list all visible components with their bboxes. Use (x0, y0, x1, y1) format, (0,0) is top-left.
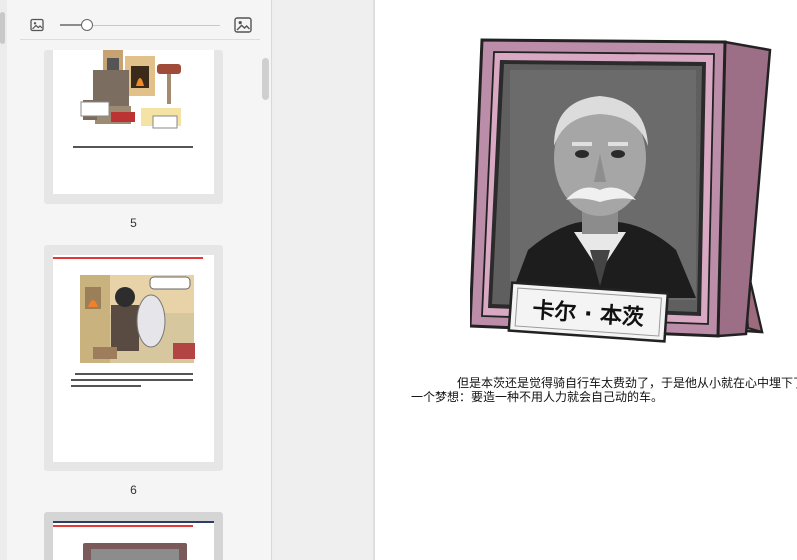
thumbnail-text-line (75, 373, 193, 375)
page-thumbnail-5[interactable] (44, 50, 223, 204)
paragraph-line-1: 但是本茨还是觉得骑自行车太费劲了，于是他从小就在心中埋下了 (457, 376, 797, 390)
page-number-6: 6 (130, 483, 137, 497)
sidebar-scrollbar[interactable] (262, 58, 269, 100)
page-thumbnail-6[interactable] (44, 245, 223, 471)
thumbnail-toolbar (20, 10, 260, 40)
thumbnail-text-line (71, 385, 141, 387)
image-small-icon[interactable] (30, 18, 44, 32)
thumbnail-illustration (80, 275, 195, 363)
image-large-icon[interactable] (234, 16, 252, 34)
document-page: 卡尔 · 本茨 但是本茨还是觉得骑自行车太费劲了，于是他从小就在心中埋下了 一个… (375, 0, 797, 560)
thumbnail-red-heading (53, 257, 203, 259)
thumbnail-page (53, 255, 214, 462)
thumbnail-page (53, 521, 214, 560)
pdf-reader-window: 5 6 卡尔 · 本茨 但是本茨还是觉得骑自行车太费劲了，于是他从小就在心中埋下… (0, 0, 797, 560)
page-thumbnail-7[interactable] (44, 512, 223, 560)
thumbnail-illustration (73, 50, 193, 148)
story-paragraph: 但是本茨还是觉得骑自行车太费劲了，于是他从小就在心中埋下了 一个梦想：要造一种不… (411, 376, 797, 404)
thumbnail-sidebar: 5 6 (0, 0, 272, 560)
portrait-frame-illustration: 卡尔 · 本茨 (470, 38, 772, 343)
thumbnail-page (53, 50, 214, 194)
zoom-slider[interactable] (60, 19, 220, 31)
page-number-5: 5 (130, 216, 137, 230)
reading-gutter (273, 0, 375, 560)
paragraph-line-2: 一个梦想：要造一种不用人力就会自己动的车。 (411, 390, 664, 404)
sidebar-edge-handle[interactable] (0, 12, 5, 44)
sidebar-edge (0, 0, 7, 560)
zoom-slider-thumb[interactable] (81, 19, 94, 31)
thumbnail-red-heading (53, 525, 193, 527)
thumbnail-illustration (83, 543, 187, 560)
thumbnail-text-line (71, 379, 193, 381)
